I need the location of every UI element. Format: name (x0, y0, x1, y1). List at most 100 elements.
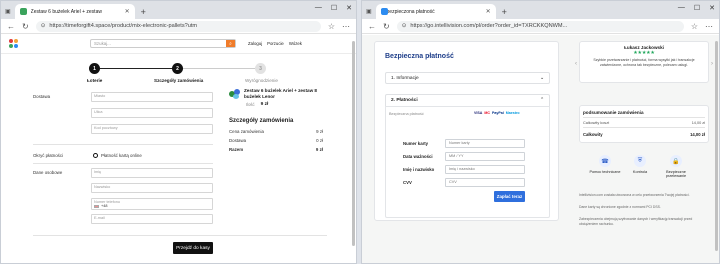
search-icon[interactable]: ⌕ (226, 40, 235, 47)
summary-row-total: Razem 9 zł (229, 147, 323, 152)
payment-form (385, 106, 550, 218)
review-prev-icon[interactable]: ‹ (575, 61, 577, 67)
phone-input[interactable]: Numer telefonu +48 (91, 198, 213, 210)
url-field[interactable]: ⊙ https://timeforgift4.space/product/mix… (35, 20, 321, 32)
shop-logo[interactable] (9, 39, 18, 48)
payment-option-radio[interactable]: Płatność kartą online (93, 153, 142, 158)
maximize-icon[interactable]: ☐ (694, 4, 700, 12)
chevron-down-icon: ⌄ (539, 75, 544, 81)
card-number-label: Numer karty (403, 141, 429, 146)
url-text: https://timeforgift4.space/product/mix-e… (49, 23, 198, 29)
close-window-icon[interactable]: ✕ (709, 4, 715, 12)
address-bar: ← ↻ ⊙ https://timeforgift4.space/product… (1, 19, 356, 34)
step-1-marker: 1 (89, 63, 100, 74)
search-input[interactable]: Szukaj... ⌕ (90, 39, 236, 48)
tab-actions-icon[interactable]: ▣ (5, 8, 11, 15)
accordion-info[interactable]: 1. Informacje ⌄ (385, 72, 550, 84)
order-total-value: 14,00 zł (690, 132, 705, 137)
rating-stars-icon: ★★★★★ (633, 51, 655, 56)
site-info-icon[interactable]: ⊙ (41, 23, 46, 29)
badge-control-label: Kontrola (632, 170, 648, 174)
favorite-star-icon[interactable]: ☆ (328, 22, 335, 31)
address-bar: ← ↻ ⊙ https://go.intellivision.com/pl/or… (362, 19, 719, 34)
step-1-label: Łoterie (87, 78, 103, 83)
contact-section-label: Dane osobowe (33, 170, 63, 175)
pay-now-button[interactable]: Zapłać teraz (494, 191, 525, 202)
email-input[interactable]: E-mail (91, 214, 213, 224)
url-field[interactable]: ⊙ https://go.intellivision.com/pl/order?… (396, 20, 684, 32)
favicon-icon (19, 8, 27, 15)
last-name-input[interactable]: Nazwisko (91, 183, 213, 193)
lock-icon: 🔒 (670, 155, 682, 167)
header-links: Zaloguj Porzucie Wózek (248, 41, 302, 46)
scrollbar[interactable] (715, 41, 718, 251)
divider (33, 235, 327, 236)
support-icon: ☎ (599, 155, 611, 167)
minimize-icon[interactable]: — (315, 4, 322, 12)
step-3-marker: 3 (255, 63, 266, 74)
window-controls: — ☐ ✕ (678, 4, 715, 12)
tab-actions-icon[interactable]: ▣ (366, 8, 372, 15)
divider (583, 127, 705, 128)
summary-label: Cena zamówienia (229, 129, 264, 134)
cardholder-input[interactable]: Imię i nazwisko (445, 165, 525, 174)
menu-dots-icon[interactable]: ⋯ (705, 22, 713, 31)
scrollbar[interactable] (352, 41, 355, 246)
tab-title: Zabezpieczona płatność (380, 8, 435, 15)
favorite-star-icon[interactable]: ☆ (691, 22, 698, 31)
maestro-logo-icon: Maestro (505, 111, 520, 115)
expiry-input[interactable]: MM / YY (445, 152, 525, 161)
product-title: Zestaw 6 bużelek Ariel + zestaw 8 bużele… (244, 88, 317, 100)
cvv-label: CVV (403, 180, 412, 185)
street-input[interactable]: Ulica (91, 108, 213, 118)
fine-print-3: Zabezpieczenia obejmują szyfrowanie dany… (579, 217, 693, 226)
summary-label: Razem (229, 147, 244, 152)
tab-strip: ▣ Zabezpieczona płatność ✕ + — ☐ ✕ (362, 1, 719, 19)
postcode-input[interactable]: Kod pocztowy (91, 124, 213, 134)
login-link[interactable]: Zaloguj (248, 41, 262, 46)
first-name-input[interactable]: Imię (91, 168, 213, 178)
favorites-link[interactable]: Porzucie (267, 41, 284, 46)
cart-link[interactable]: Wózek (289, 41, 302, 46)
back-icon[interactable]: ← (368, 22, 376, 31)
checkout-button[interactable]: Przejdź do kasy (173, 242, 213, 254)
city-input[interactable]: Miasto (91, 92, 213, 102)
close-tab-icon[interactable]: ✕ (486, 8, 491, 15)
summary-value: 9 zł (315, 147, 323, 152)
new-tab-button[interactable]: + (141, 7, 146, 17)
reload-icon[interactable]: ↻ (383, 22, 390, 31)
reload-icon[interactable]: ↻ (22, 22, 29, 31)
close-window-icon[interactable]: ✕ (346, 4, 352, 12)
shop-header: Szukaj... ⌕ Zaloguj Porzucie Wózek (1, 34, 356, 54)
summary-value: 9 zł (316, 129, 323, 134)
cvv-input[interactable]: CVV (445, 178, 525, 187)
back-icon[interactable]: ← (7, 22, 15, 31)
minimize-icon[interactable]: — (678, 4, 685, 12)
browser-window-payment: ▣ Zabezpieczona płatność ✕ + — ☐ ✕ ← ↻ ⊙… (361, 0, 720, 264)
site-info-icon[interactable]: ⊙ (402, 23, 407, 29)
accordion-payment[interactable]: 2. Płatności ⌃ (385, 94, 550, 106)
card-number-input[interactable]: Numer karty (445, 139, 525, 148)
window-controls: — ☐ ✕ (315, 4, 352, 12)
review-next-icon[interactable]: › (711, 61, 713, 67)
summary-row-shipping: Dostawa 0 zł (229, 138, 323, 143)
phone-prefix: +48 (94, 204, 210, 208)
close-tab-icon[interactable]: ✕ (125, 8, 130, 15)
visa-logo-icon: VISA (474, 111, 483, 115)
tab-payment[interactable]: Zabezpieczona płatność ✕ (375, 4, 496, 19)
search-placeholder: Szukaj... (94, 41, 111, 46)
summary-title: Szczegóły zamówienia (229, 118, 294, 124)
step-line-done (93, 68, 177, 69)
favicon-icon (380, 8, 388, 15)
order-cost-value: 14,00 zł (691, 121, 705, 125)
new-tab-button[interactable]: + (502, 7, 507, 17)
menu-dots-icon[interactable]: ⋯ (342, 22, 350, 31)
order-cost-row: Całkowity koszt 14,00 zł (583, 121, 705, 125)
divider (33, 144, 213, 145)
tab-strip: ▣ Zestaw 6 bużelek Ariel + zestaw ✕ + — … (1, 1, 356, 19)
tab-shop[interactable]: Zestaw 6 bużelek Ariel + zestaw ✕ (14, 4, 135, 19)
poland-flag-icon (94, 204, 99, 208)
fine-print-1: Intellivision.com została utworzona w ce… (579, 193, 690, 197)
maximize-icon[interactable]: ☐ (331, 4, 337, 12)
order-summary-title: podsumowanie zamówienia (583, 110, 644, 115)
